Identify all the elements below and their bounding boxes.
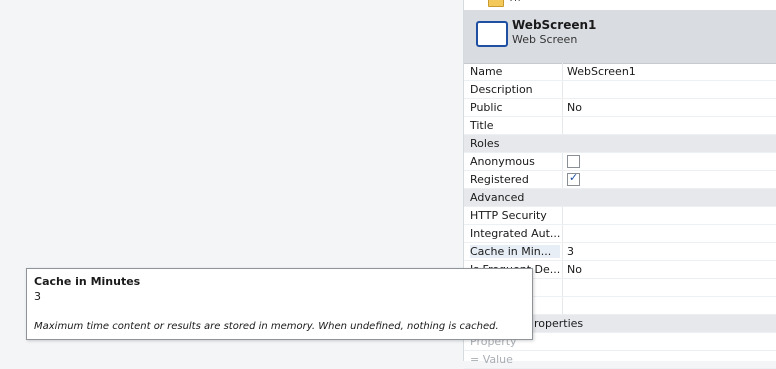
property-row-public[interactable]: Public No	[464, 99, 776, 117]
property-label: Cache in Min...	[470, 245, 560, 258]
section-roles[interactable]: Roles	[464, 135, 776, 153]
property-row-description[interactable]: Description	[464, 81, 776, 99]
web-screen-icon	[476, 21, 508, 47]
folder-icon	[488, 0, 504, 7]
anonymous-checkbox[interactable]	[567, 154, 580, 168]
element-title: WebScreen1	[512, 18, 597, 32]
property-tooltip: Cache in Minutes 3 Maximum time content …	[26, 268, 533, 340]
property-label: Description	[470, 83, 533, 96]
tooltip-value: 3	[34, 290, 41, 303]
section-label: Roles	[470, 137, 500, 150]
tooltip-title: Cache in Minutes	[34, 275, 141, 288]
section-label: roperties	[534, 317, 584, 330]
property-label: Title	[470, 119, 494, 132]
property-label: Name	[470, 65, 503, 78]
extended-value-row: = Value	[464, 351, 776, 369]
property-label: Public	[470, 101, 503, 114]
property-row-integrated-auth[interactable]: Integrated Aut...	[464, 225, 776, 243]
property-value[interactable]: No	[567, 101, 776, 114]
property-value[interactable]: 3	[567, 245, 776, 258]
property-row-name[interactable]: Name WebScreen1	[464, 63, 776, 81]
property-label: HTTP Security	[470, 209, 547, 222]
property-row-cache-in-minutes[interactable]: Cache in Min... 3	[464, 243, 776, 261]
property-row-registered[interactable]: Registered	[464, 171, 776, 189]
property-row-http-security[interactable]: HTTP Security	[464, 207, 776, 225]
property-row-title[interactable]: Title	[464, 117, 776, 135]
property-value[interactable]: WebScreen1	[567, 65, 776, 78]
tree-node-label[interactable]: Th	[508, 0, 520, 4]
section-label: Advanced	[470, 191, 525, 204]
property-value[interactable]: No	[567, 263, 776, 276]
element-type: Web Screen	[512, 33, 578, 46]
section-advanced[interactable]: Advanced	[464, 189, 776, 207]
property-label: Registered	[470, 173, 529, 186]
tooltip-description: Maximum time content or results are stor…	[34, 321, 499, 332]
property-row-anonymous[interactable]: Anonymous	[464, 153, 776, 171]
extended-value-label: = Value	[470, 353, 513, 366]
tree-strip: Th	[464, 0, 776, 10]
registered-checkbox[interactable]	[567, 171, 580, 186]
element-header: WebScreen1 Web Screen	[464, 10, 776, 64]
property-label: Anonymous	[470, 155, 535, 168]
property-label: Integrated Aut...	[470, 227, 560, 240]
